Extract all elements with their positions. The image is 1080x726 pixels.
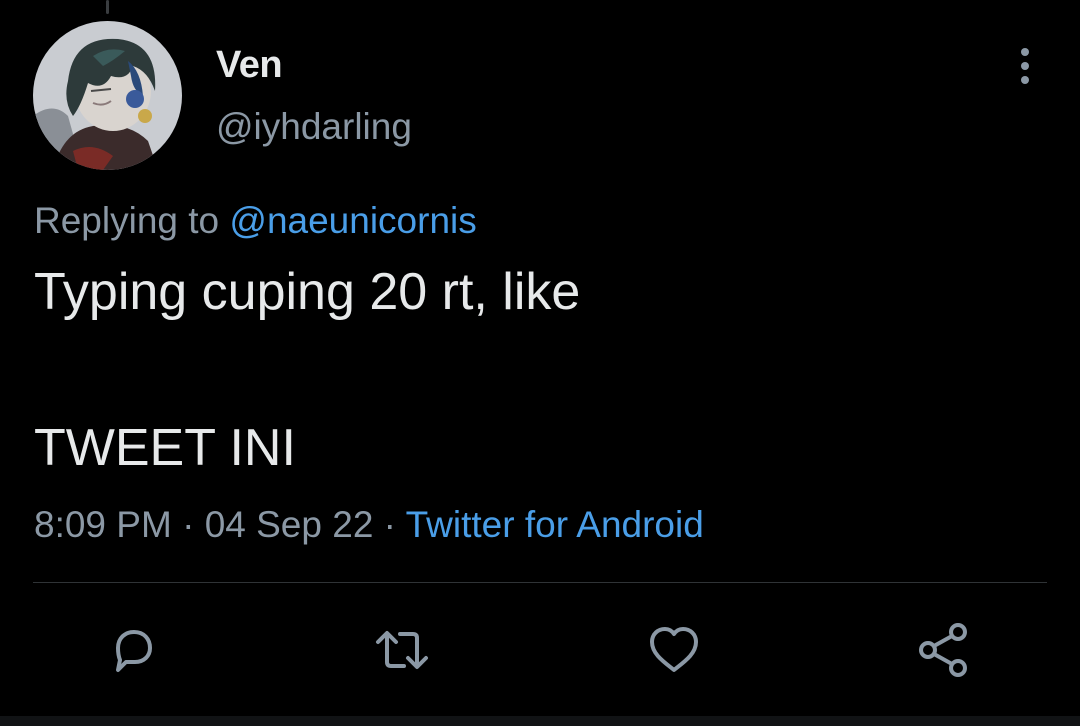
tweet-text-line-2: TWEET INI — [34, 419, 296, 477]
reply-context: Replying to @naeunicornis — [34, 200, 477, 242]
divider — [33, 582, 1047, 583]
meta-separator: · — [373, 504, 406, 545]
tweet-time: 8:09 PM — [34, 504, 172, 545]
reply-context-prefix: Replying to — [34, 200, 230, 241]
share-button[interactable] — [914, 620, 974, 680]
reply-button[interactable] — [104, 620, 164, 680]
tweet-date: 04 Sep 22 — [204, 504, 374, 545]
tweet-text-line-1: Typing cuping 20 rt, like — [34, 263, 581, 321]
author-display-name[interactable]: Ven — [216, 44, 283, 87]
like-button[interactable] — [644, 620, 704, 680]
more-vertical-icon — [1021, 48, 1029, 84]
bottom-edge-bar — [0, 716, 1080, 726]
more-options-button[interactable] — [1008, 44, 1042, 88]
thread-connector-line — [106, 0, 109, 14]
tweet-metadata: 8:09 PM · 04 Sep 22 · Twitter for Androi… — [34, 504, 704, 546]
heart-icon — [650, 627, 698, 672]
avatar-image — [33, 21, 182, 170]
reply-icon — [116, 630, 152, 672]
retweet-icon — [376, 631, 428, 669]
tweet-source-link[interactable]: Twitter for Android — [406, 504, 704, 545]
share-icon — [919, 623, 967, 677]
avatar[interactable] — [33, 21, 182, 170]
author-handle[interactable]: @iyhdarling — [216, 106, 412, 148]
meta-separator: · — [171, 504, 205, 545]
retweet-button[interactable] — [372, 620, 432, 680]
reply-mention-link[interactable]: @naeunicornis — [229, 200, 476, 241]
